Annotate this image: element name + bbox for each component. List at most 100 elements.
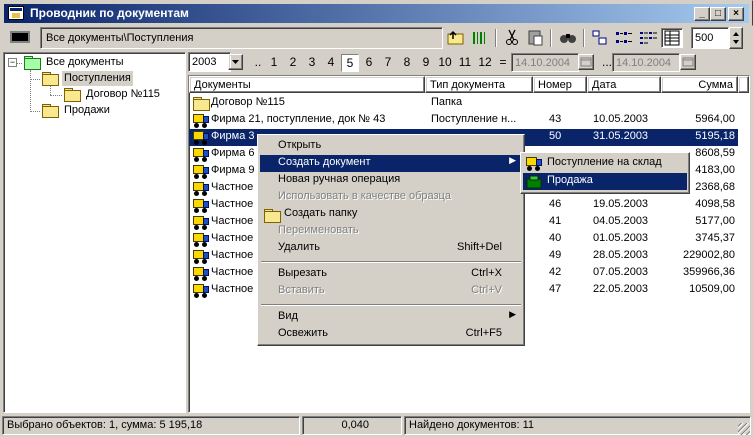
cell-sum: 10509,00	[689, 283, 735, 295]
calendar-icon	[682, 57, 694, 67]
column-header-date[interactable]: Дата	[587, 76, 661, 93]
menu-item-label: Поступление на склад	[547, 156, 662, 168]
menu-item-label: Создать папку	[284, 207, 358, 219]
menu-item-paste[interactable]: Вставить Ctrl+V	[260, 283, 522, 300]
toolbar-separator	[583, 29, 585, 47]
month-8[interactable]: 8	[398, 54, 416, 72]
spin-arrows-icon	[733, 32, 739, 44]
date-from-calendar-button[interactable]	[578, 54, 594, 70]
menu-item-create-document[interactable]: Создать документ ▶	[260, 155, 522, 172]
cell-name: Частное	[211, 249, 254, 261]
toolbar-separator	[495, 29, 497, 47]
find-button[interactable]	[557, 28, 579, 48]
folder-tree: − Все документы Поступления Договор №115…	[3, 52, 186, 413]
delivery-truck-icon	[193, 216, 209, 230]
record-limit-input[interactable]: 500	[691, 27, 729, 49]
column-header-type[interactable]: Тип документа	[425, 76, 533, 93]
menu-shortcut: Ctrl+F5	[465, 327, 502, 339]
menu-item-refresh[interactable]: Освежить Ctrl+F5	[260, 326, 522, 343]
record-limit-spinner[interactable]	[729, 27, 743, 49]
delivery-truck-icon	[526, 157, 542, 171]
menu-item-new-manual-operation[interactable]: Новая ручная операция	[260, 172, 522, 189]
large-icons-view-button[interactable]	[589, 28, 611, 48]
small-icons-view-icon	[616, 32, 632, 43]
tree-collapse-icon[interactable]: −	[8, 58, 17, 67]
cell-name: Фирма 9	[211, 164, 255, 176]
table-row[interactable]: Фирма 21, поступление, док № 43 Поступле…	[189, 112, 738, 129]
menu-item-rename[interactable]: Переименовать	[260, 223, 522, 240]
folder-up-button[interactable]	[445, 28, 467, 48]
menu-item-cut[interactable]: Вырезать Ctrl+X	[260, 266, 522, 283]
menu-item-delete[interactable]: Удалить Shift+Del	[260, 240, 522, 257]
month-3[interactable]: 3	[303, 54, 321, 72]
submenu-item-sale[interactable]: Продажа	[523, 173, 687, 190]
paste-icon	[528, 30, 543, 46]
cell-date: 28.05.2003	[593, 249, 649, 261]
barcode-button[interactable]	[469, 28, 491, 48]
delivery-truck-icon	[193, 131, 209, 145]
column-header-documents[interactable]: Документы	[189, 76, 425, 93]
year-select[interactable]: 2003	[188, 52, 231, 72]
find-icon	[560, 34, 576, 43]
delivery-truck-icon	[193, 165, 209, 179]
minimize-button[interactable]: _	[694, 7, 710, 21]
cell-date: 04.05.2003	[593, 215, 649, 227]
cell-name: Частное	[211, 283, 254, 295]
cell-name: Частное	[211, 181, 254, 193]
month-10[interactable]: 10	[436, 54, 454, 72]
cell-date: 07.05.2003	[593, 266, 649, 278]
window-title: Проводник по документам	[30, 6, 189, 20]
year-dropdown-button[interactable]	[228, 54, 243, 70]
delivery-truck-icon	[193, 284, 209, 298]
cut-button[interactable]	[501, 28, 523, 48]
month-11[interactable]: 11	[456, 54, 474, 72]
address-bar[interactable]: Все документы\Поступления	[40, 27, 443, 49]
toolbar-separator	[550, 29, 552, 47]
month-5[interactable]: 5	[341, 54, 359, 72]
cell-sum: 5195,18	[695, 130, 735, 142]
cell-number: 47	[549, 283, 562, 295]
list-view-button[interactable]	[637, 28, 659, 48]
delivery-truck-icon	[193, 199, 209, 213]
menu-item-label: Новая ручная операция	[278, 173, 401, 185]
details-view-button[interactable]	[661, 28, 683, 48]
month-7[interactable]: 7	[379, 54, 397, 72]
column-header-sum[interactable]: Сумма	[661, 76, 738, 93]
month-2[interactable]: 2	[284, 54, 302, 72]
submenu-arrow-icon: ▶	[509, 155, 516, 165]
date-to-input[interactable]: 14.10.2004	[612, 53, 680, 72]
month-1[interactable]: 1	[265, 54, 283, 72]
column-header-number[interactable]: Номер	[533, 76, 587, 93]
cell-number: 41	[549, 215, 562, 227]
date-range-equals[interactable]: =	[494, 54, 512, 72]
create-document-submenu: Поступление на склад Продажа	[520, 152, 690, 194]
menu-item-label: Создать документ	[278, 156, 371, 168]
small-icons-view-button[interactable]	[613, 28, 635, 48]
month-6[interactable]: 6	[360, 54, 378, 72]
details-view-icon	[664, 30, 680, 46]
delivery-truck-icon	[193, 182, 209, 196]
tree-item-label: Поступления	[62, 71, 133, 86]
menu-item-label: Удалить	[278, 241, 320, 253]
month-9[interactable]: 9	[417, 54, 435, 72]
month-12[interactable]: 12	[476, 54, 494, 72]
tree-line	[30, 111, 40, 112]
menu-item-view[interactable]: Вид ▶	[260, 309, 522, 326]
list-row-folder[interactable]: Договор №115 Папка	[189, 95, 738, 112]
resize-grip-icon[interactable]	[738, 423, 750, 435]
date-from-input[interactable]: 14.10.2004	[511, 53, 579, 72]
menu-item-use-as-template[interactable]: Использовать в качестве образца	[260, 189, 522, 206]
cell-name: Частное	[211, 232, 254, 244]
tree-line	[50, 95, 62, 96]
tree-item-label: Все документы	[46, 56, 124, 68]
cell-date: 19.05.2003	[593, 198, 649, 210]
cell-date: 10.05.2003	[593, 113, 649, 125]
close-button[interactable]: ×	[728, 7, 744, 21]
menu-item-create-folder[interactable]: Создать папку	[260, 206, 522, 223]
maximize-button[interactable]: □	[710, 7, 726, 21]
menu-item-open[interactable]: Открыть	[260, 138, 522, 155]
date-to-calendar-button[interactable]	[680, 54, 696, 70]
month-4[interactable]: 4	[322, 54, 340, 72]
paste-button[interactable]	[525, 28, 547, 48]
submenu-item-warehouse-receipt[interactable]: Поступление на склад	[523, 155, 687, 172]
